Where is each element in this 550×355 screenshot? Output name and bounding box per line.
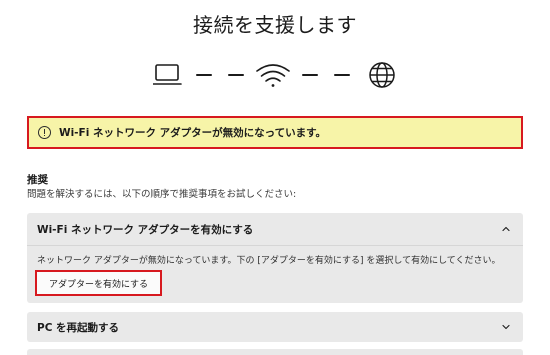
recommendation-description: 問題を解決するには、以下の順序で推奨事項をお試しください: — [27, 189, 297, 200]
accordion-title: PC を再起動する — [37, 321, 120, 334]
accordion-divider — [27, 245, 523, 246]
globe-icon — [369, 62, 395, 88]
recommendation-heading: 推奨 — [27, 174, 48, 186]
adapter-disabled-alert: Wi-Fi ネットワーク アダプターが無効になっています。 — [27, 116, 523, 149]
accordion-next-partial[interactable] — [27, 349, 523, 355]
wifi-icon — [256, 64, 290, 87]
accordion-title: Wi-Fi ネットワーク アダプターを有効にする — [37, 223, 254, 236]
laptop-icon — [153, 64, 182, 85]
accordion-body-text: ネットワーク アダプターが無効になっています。下の [アダプターを有効にする] … — [37, 256, 501, 266]
page-title: 接続を支援します — [193, 13, 357, 37]
chevron-up-icon — [502, 226, 510, 232]
connection-diagram — [153, 62, 401, 90]
accordion-header-enable-adapter[interactable]: Wi-Fi ネットワーク アダプターを有効にする — [27, 213, 523, 245]
accordion-header-restart-pc[interactable]: PC を再起動する — [27, 312, 523, 342]
enable-adapter-button[interactable]: アダプターを有効にする — [35, 270, 162, 296]
accordion-restart-pc: PC を再起動する — [27, 312, 523, 342]
chevron-down-icon — [502, 324, 510, 330]
alert-message: Wi-Fi ネットワーク アダプターが無効になっています。 — [59, 127, 327, 139]
network-troubleshooter-page: 接続を支援します Wi-Fi ネットワーク アダプターが無効になっています。 推… — [0, 0, 550, 355]
warning-circle-icon — [38, 126, 51, 139]
accordion-enable-adapter: Wi-Fi ネットワーク アダプターを有効にする ネットワーク アダプターが無効… — [27, 213, 523, 303]
